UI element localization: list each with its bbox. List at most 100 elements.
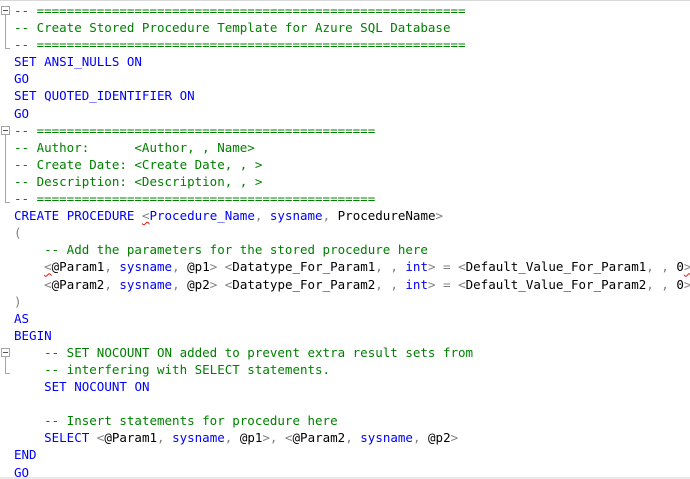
- code-token: @p1: [239, 430, 263, 446]
- code-area[interactable]: -- =====================================…: [14, 2, 690, 479]
- code-token: -- =====================================…: [14, 122, 376, 138]
- code-line[interactable]: SET NOCOUNT ON: [14, 378, 690, 395]
- code-line[interactable]: SET QUOTED_IDENTIFIER ON: [14, 87, 690, 104]
- code-line[interactable]: (: [14, 224, 690, 241]
- code-line[interactable]: -- Create Stored Procedure Template for …: [14, 19, 690, 36]
- fold-region-end: [5, 48, 10, 50]
- code-token: ,: [224, 430, 240, 446]
- code-line[interactable]: -- =====================================…: [14, 190, 690, 207]
- code-token: ,: [172, 276, 188, 292]
- code-token: sysname: [119, 276, 173, 292]
- code-token: ON: [126, 54, 142, 70]
- code-token: , ,: [375, 276, 406, 292]
- code-token: -- =====================================…: [14, 3, 466, 18]
- code-line[interactable]: -- Create Date: <Create Date, , >: [14, 156, 690, 173]
- code-line[interactable]: END: [14, 446, 690, 463]
- code-token: > <: [209, 259, 233, 275]
- code-token: END: [14, 447, 37, 463]
- code-line[interactable]: <@Param2, sysname, @p2> <Datatype_For_Pa…: [14, 276, 690, 293]
- collapse-region-icon[interactable]: [1, 125, 10, 135]
- code-token: int: [405, 276, 428, 292]
- code-token: CREATE: [14, 208, 60, 224]
- code-token: -- SET NOCOUNT ON added to prevent extra…: [44, 344, 474, 360]
- code-line[interactable]: -- Description: <Description, , >: [14, 173, 690, 190]
- code-token: SET: [14, 54, 37, 70]
- code-token: sysname: [360, 430, 413, 446]
- code-token: Procedure_Name: [149, 208, 255, 224]
- code-line[interactable]: <@Param1, sysname, @p1> <Datatype_For_Pa…: [14, 258, 690, 275]
- code-line[interactable]: -- SET NOCOUNT ON added to prevent extra…: [14, 344, 690, 361]
- code-line[interactable]: -- Insert statements for procedure here: [14, 412, 690, 429]
- fold-region-line: [5, 15, 6, 49]
- code-line[interactable]: AS: [14, 310, 690, 327]
- code-token: SELECT: [44, 430, 90, 446]
- collapse-region-icon[interactable]: [1, 348, 10, 357]
- code-line[interactable]: -- =====================================…: [14, 122, 690, 139]
- code-token: ,: [412, 430, 429, 446]
- code-token: BEGIN: [14, 327, 52, 343]
- code-token: ,: [172, 259, 188, 275]
- code-token: >: [435, 208, 444, 224]
- code-token: (: [14, 225, 22, 241]
- code-token: ,: [322, 208, 338, 224]
- code-line[interactable]: GO: [14, 105, 690, 122]
- code-token: ,: [104, 276, 120, 292]
- code-token: Default_Value_For_Param2: [465, 276, 647, 292]
- code-token: GO: [14, 71, 30, 87]
- code-token: ,: [104, 259, 120, 275]
- code-token: ANSI_NULLS: [44, 54, 120, 70]
- collapse-region-icon[interactable]: [1, 6, 10, 15]
- code-token: @Param1: [51, 259, 105, 275]
- fold-region-line: [5, 357, 6, 374]
- code-token: -- =====================================…: [14, 191, 376, 207]
- code-line[interactable]: SELECT <@Param1, sysname, @p1>, <@Param2…: [14, 429, 690, 446]
- code-token: sysname: [269, 208, 323, 224]
- code-line[interactable]: [14, 395, 690, 412]
- code-token: PROCEDURE: [66, 208, 135, 224]
- code-token: @p1: [187, 259, 210, 275]
- editor-top-border: [0, 0, 690, 1]
- code-line[interactable]: -- interfering with SELECT statements.: [14, 361, 690, 378]
- fold-region-line: [5, 134, 6, 203]
- code-token: > <: [209, 276, 233, 292]
- code-token: @Param2: [292, 430, 346, 446]
- code-line[interactable]: -- =====================================…: [14, 36, 690, 53]
- code-token: @Param1: [104, 430, 158, 446]
- code-token: , ,: [646, 276, 677, 292]
- code-token: QUOTED_IDENTIFIER: [44, 88, 173, 104]
- code-token: @Param2: [51, 276, 105, 292]
- code-token: NOCOUNT: [74, 379, 127, 395]
- code-token: ON: [134, 379, 150, 395]
- code-line[interactable]: ): [14, 293, 690, 310]
- code-token: 0: [676, 276, 684, 292]
- code-line[interactable]: SET ANSI_NULLS ON: [14, 53, 690, 70]
- code-line[interactable]: -- =====================================…: [14, 2, 690, 19]
- code-token: @p2: [428, 430, 451, 446]
- code-token: Default_Value_For_Param1: [465, 259, 647, 275]
- code-token: <: [44, 276, 52, 292]
- code-token: > = <: [427, 259, 466, 275]
- sql-code-editor[interactable]: -- =====================================…: [0, 0, 690, 479]
- code-token: sysname: [119, 259, 173, 275]
- code-line[interactable]: BEGIN: [14, 327, 690, 344]
- code-line[interactable]: GO: [14, 70, 690, 87]
- code-line[interactable]: -- Author: <Author, , Name>: [14, 139, 690, 156]
- code-token: > = <: [427, 276, 466, 292]
- code-line[interactable]: -- Add the parameters for the stored pro…: [14, 241, 690, 258]
- code-line[interactable]: CREATE PROCEDURE <Procedure_Name, sysnam…: [14, 207, 690, 224]
- code-token: @p2: [187, 276, 210, 292]
- code-token: -- Create Date: <Create Date, , >: [14, 156, 263, 172]
- code-token: Datatype_For_Param1: [232, 259, 376, 275]
